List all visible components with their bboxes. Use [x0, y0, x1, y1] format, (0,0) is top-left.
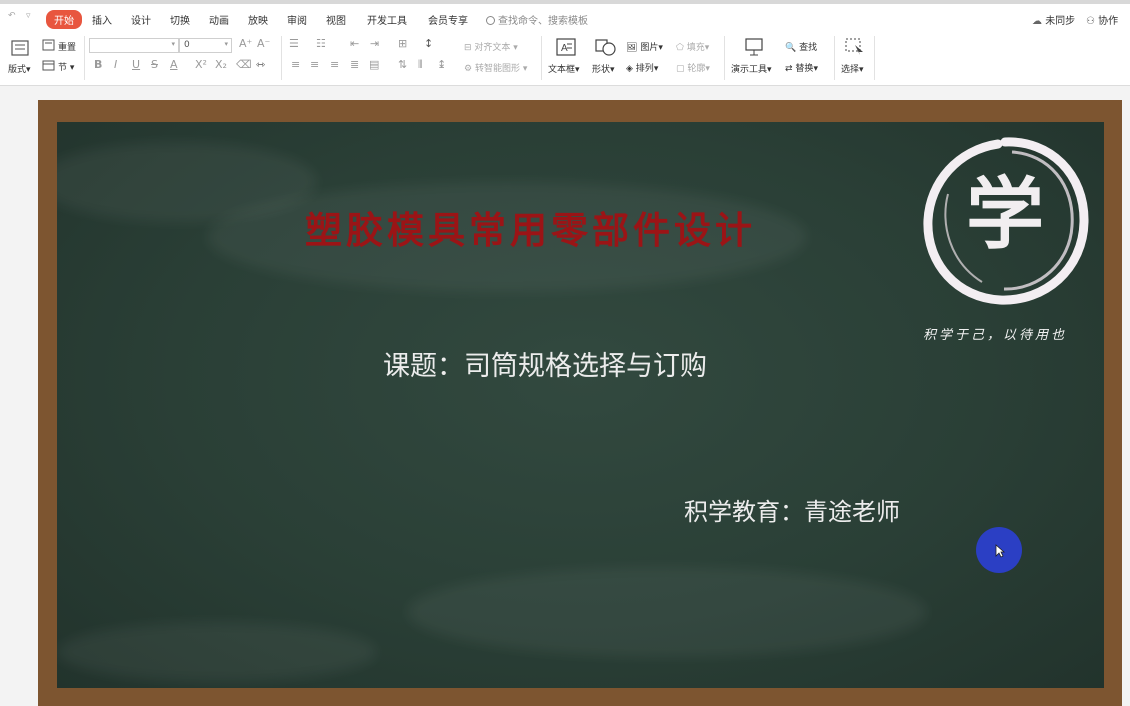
collaborate-label: 协作: [1098, 16, 1119, 27]
tab-review[interactable]: 审阅: [287, 12, 307, 27]
font-name-select[interactable]: ▾: [89, 38, 179, 53]
section-button[interactable]: 节 ▾: [58, 60, 74, 73]
paragraph-spacing-icon[interactable]: ⇅: [398, 58, 407, 71]
underline-icon[interactable]: U: [132, 58, 140, 71]
cloud-icon: ☁: [1032, 16, 1042, 27]
font-shrink-icon[interactable]: A⁻: [257, 37, 270, 50]
slide-subtitle[interactable]: 课题：司筒规格选择与订购: [383, 344, 707, 383]
window-top-border: [0, 0, 1130, 4]
layers-icon: ◈: [626, 64, 633, 74]
svg-text:A: A: [561, 43, 568, 54]
distribute-icon[interactable]: ▤: [369, 58, 379, 71]
line-spacing-icon[interactable]: ↕: [424, 37, 433, 50]
strikethrough-icon[interactable]: S: [151, 58, 158, 71]
presentation-tools-button[interactable]: 演示工具▾: [731, 62, 772, 75]
font-size-value: 0: [184, 40, 190, 50]
bold-icon[interactable]: B: [94, 58, 102, 71]
convert-smartart-button[interactable]: ⚙ 转智能图形 ▾: [464, 61, 527, 74]
tab-view[interactable]: 视图: [326, 12, 346, 27]
italic-icon[interactable]: I: [114, 58, 117, 71]
quick-access-dropdown-icon[interactable]: ▿: [26, 11, 31, 21]
align-left-icon[interactable]: ≡: [291, 58, 300, 71]
clear-format-icon[interactable]: ⌫: [236, 58, 252, 71]
chalk-smudge: [57, 622, 377, 682]
arrange-button[interactable]: ◈ 排列▾: [626, 61, 658, 74]
select-icon[interactable]: [845, 38, 865, 56]
section-icon: [42, 60, 55, 71]
superscript-icon[interactable]: X²: [195, 58, 207, 71]
column-icon[interactable]: ⫴: [418, 58, 423, 72]
toolbar-separator: [281, 36, 282, 80]
toolbar-separator: [84, 36, 85, 80]
collaborate-button[interactable]: ⚇ 协作: [1086, 12, 1118, 27]
select-button[interactable]: 选择▾: [841, 62, 864, 75]
tab-developer[interactable]: 开发工具: [367, 12, 407, 27]
shape-button[interactable]: 形状▾: [592, 62, 615, 75]
mouse-cursor-highlight: [976, 527, 1022, 573]
tab-transition[interactable]: 切换: [170, 12, 190, 27]
command-search[interactable]: 查找命令、搜索模板: [486, 12, 588, 27]
text-direction-icon[interactable]: ⊞: [398, 37, 407, 50]
slide-frame: 塑胶模具常用零部件设计 课题：司筒规格选择与订购 积学教育：青途老师 学 积学于…: [38, 100, 1122, 706]
cursor-arrow-icon: [995, 544, 1005, 558]
character-spacing-icon[interactable]: ⇿: [256, 58, 265, 71]
slide-title[interactable]: 塑胶模具常用零部件设计: [305, 200, 756, 254]
align-center-icon[interactable]: ≡: [310, 58, 319, 71]
picture-button[interactable]: 🖼 图片▾: [626, 40, 663, 53]
undo-icon[interactable]: ↶: [8, 11, 16, 21]
picture-icon: 🖼: [626, 43, 638, 53]
tab-home[interactable]: 开始: [46, 10, 82, 29]
outline-icon: ▢: [676, 64, 685, 74]
find-button[interactable]: 🔍 查找: [785, 40, 817, 53]
reset-button[interactable]: 重置: [58, 40, 76, 53]
tab-design[interactable]: 设计: [131, 12, 151, 27]
layout-icon[interactable]: [11, 40, 29, 56]
tab-slideshow[interactable]: 放映: [248, 12, 268, 27]
outline-button[interactable]: ▢ 轮廓▾: [676, 61, 710, 74]
font-color-icon[interactable]: A: [170, 58, 178, 71]
textbox-icon[interactable]: A: [556, 38, 576, 56]
toolbar-separator: [724, 36, 725, 80]
textbox-button[interactable]: 文本框▾: [548, 62, 580, 75]
user-icon: ⚇: [1086, 16, 1095, 27]
replace-button[interactable]: ⇄ 替换▾: [785, 61, 818, 74]
fill-button[interactable]: ⬠ 填充▾: [676, 40, 709, 53]
subscript-icon[interactable]: X₂: [215, 58, 227, 71]
toolbar-separator: [874, 36, 875, 80]
logo: 学: [920, 134, 1090, 308]
ribbon: ↶ ▿ 开始 插入 设计 切换 动画 放映 审阅 视图 开发工具 会员专享 查找…: [0, 0, 1130, 86]
slide-author[interactable]: 积学教育：青途老师: [684, 492, 900, 527]
font-size-select[interactable]: 0 ▾: [179, 38, 232, 53]
bullet-list-icon[interactable]: ☰: [289, 37, 299, 50]
menu-bar: ↶ ▿ 开始 插入 设计 切换 动画 放映 审阅 视图 开发工具 会员专享 查找…: [0, 10, 1130, 29]
tab-animation[interactable]: 动画: [209, 12, 229, 27]
shape-icon[interactable]: [595, 38, 617, 56]
command-search-text: 查找命令、搜索模板: [498, 16, 588, 27]
search-icon: 🔍: [785, 43, 797, 53]
fill-bucket-icon: ⬠: [676, 43, 684, 53]
logo-motto: 积学于己，以待用也: [923, 328, 1068, 343]
numbered-list-icon[interactable]: ☷: [316, 37, 326, 50]
sync-label: 未同步: [1045, 16, 1076, 27]
search-icon: [486, 16, 495, 25]
logo-character: 学: [965, 169, 1044, 260]
toolbar-separator: [541, 36, 542, 80]
increase-indent-icon[interactable]: ⇥: [370, 37, 379, 50]
tab-insert[interactable]: 插入: [92, 12, 112, 27]
chalk-smudge: [407, 567, 927, 657]
line-spacing-option-icon[interactable]: ↨: [437, 58, 446, 71]
sync-status[interactable]: ☁ 未同步: [1032, 12, 1075, 27]
reset-icon: [42, 39, 55, 51]
justify-icon[interactable]: ≣: [350, 58, 359, 71]
replace-icon: ⇄: [785, 64, 793, 74]
tab-member[interactable]: 会员专享: [428, 12, 468, 27]
slide-canvas[interactable]: 塑胶模具常用零部件设计 课题：司筒规格选择与订购 积学教育：青途老师 学 积学于…: [57, 122, 1104, 688]
toolbar-separator: [834, 36, 835, 80]
presentation-tools-icon[interactable]: [744, 38, 764, 56]
align-text-button[interactable]: ⊟ 对齐文本 ▾: [464, 40, 518, 53]
align-right-icon[interactable]: ≡: [330, 58, 339, 71]
layout-button[interactable]: 版式▾: [8, 62, 31, 75]
decrease-indent-icon[interactable]: ⇤: [350, 37, 359, 50]
font-grow-icon[interactable]: A⁺: [239, 37, 252, 50]
